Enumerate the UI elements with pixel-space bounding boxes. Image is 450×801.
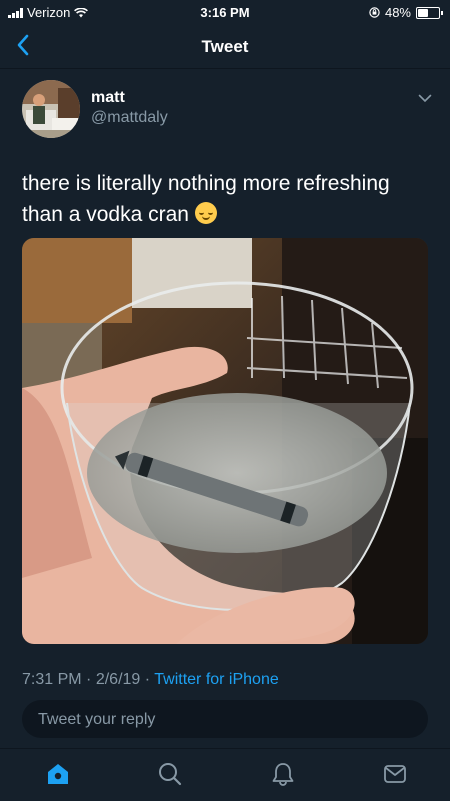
status-right: 48% — [369, 5, 443, 20]
tweet-meta: 7:31 PM · 2/6/19 · Twitter for iPhone — [22, 671, 279, 689]
user-handle[interactable]: @mattdaly — [91, 109, 168, 127]
tweet-source-link[interactable]: Twitter for iPhone — [154, 671, 279, 688]
chevron-down-icon — [418, 94, 432, 103]
battery-fill — [418, 8, 428, 17]
battery-percent: 48% — [384, 5, 411, 20]
status-bar: Verizon 3:16 PM 48% — [0, 0, 450, 26]
tweet-author: matt @mattdaly — [22, 80, 432, 140]
tab-home[interactable] — [45, 761, 71, 787]
orientation-lock-icon — [369, 7, 380, 18]
reply-input[interactable] — [36, 700, 420, 740]
meta-separator: · — [86, 671, 92, 688]
tweet-photo[interactable] — [22, 238, 428, 644]
header: Tweet — [0, 26, 450, 69]
page-title: Tweet — [201, 37, 249, 56]
messages-icon — [384, 765, 406, 783]
tweet-time: 7:31 PM — [22, 671, 82, 688]
relieved-face-icon — [194, 202, 217, 224]
tweet-text: there is literally nothing more refreshi… — [22, 168, 432, 230]
battery-icon — [416, 6, 443, 19]
meta-separator: · — [144, 671, 151, 688]
avatar[interactable] — [22, 80, 80, 138]
home-icon — [48, 764, 68, 784]
reply-bar — [22, 700, 428, 740]
tab-bar — [0, 748, 450, 801]
avatar-image — [22, 80, 80, 138]
tab-messages[interactable] — [382, 761, 408, 787]
notifications-icon — [272, 763, 294, 786]
tweet-date: 2/6/19 — [95, 671, 141, 688]
photo-image — [22, 238, 428, 644]
search-icon — [159, 763, 182, 786]
tab-notifications[interactable] — [270, 761, 296, 787]
tab-search[interactable] — [157, 761, 183, 787]
display-name[interactable]: matt — [91, 89, 125, 107]
more-options-button[interactable] — [418, 90, 432, 108]
